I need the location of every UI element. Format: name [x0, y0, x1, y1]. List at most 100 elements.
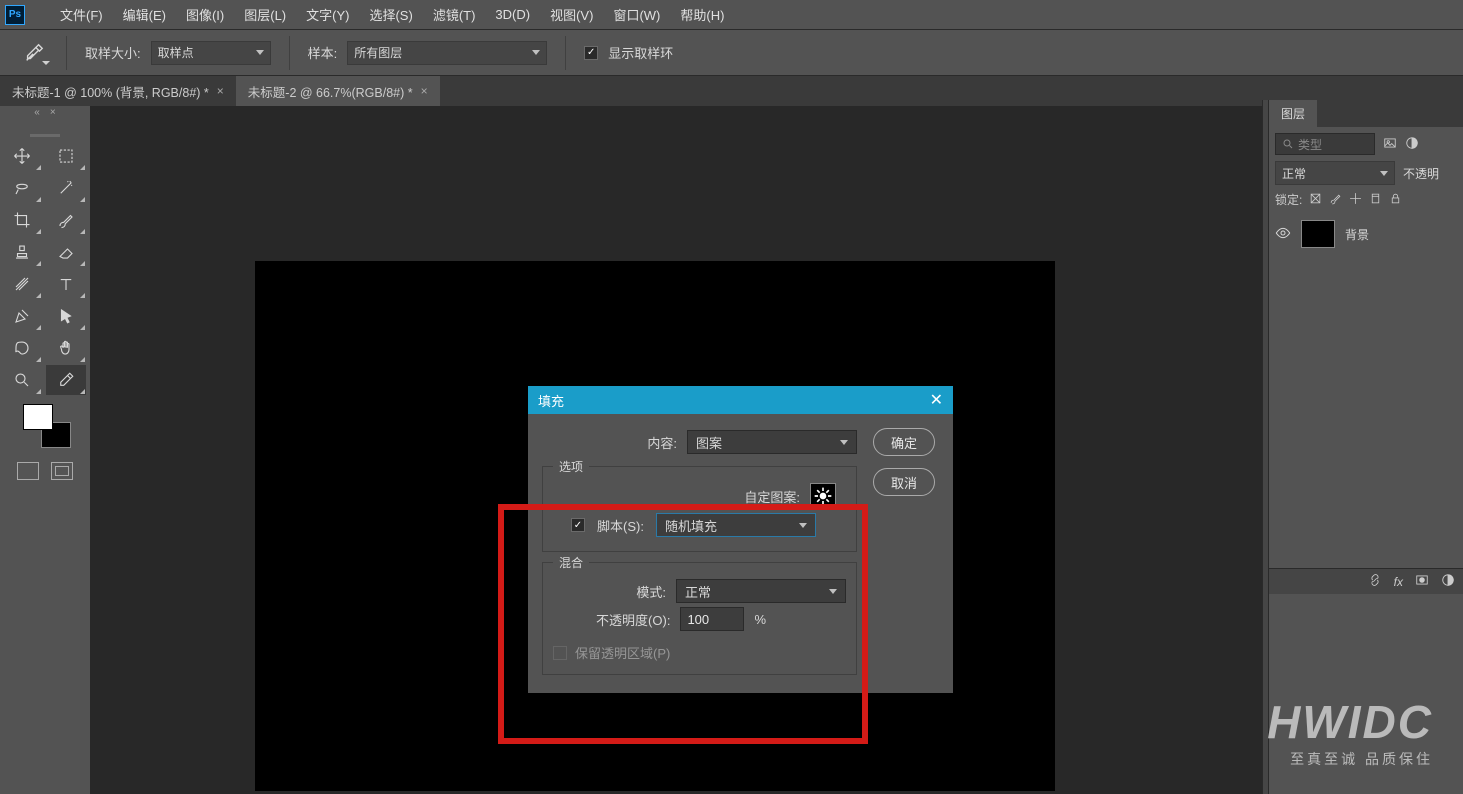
eyedropper-tool-icon[interactable]: [20, 39, 48, 67]
mix-group: 混合 模式: 正常 不透明度(O): 100 % 保留透明区域(P): [542, 562, 857, 675]
toolbox: [0, 124, 90, 490]
link-icon[interactable]: [1368, 573, 1382, 590]
filter-adjust-icon[interactable]: [1405, 136, 1419, 153]
color-swatches[interactable]: [15, 402, 75, 454]
visibility-eye-icon[interactable]: [1275, 225, 1291, 244]
brush-tool-icon[interactable]: [46, 205, 86, 235]
hand-tool-icon[interactable]: [46, 333, 86, 363]
mode-label: 模式:: [636, 582, 666, 601]
show-ring-label: 显示取样环: [608, 43, 673, 62]
move-tool-icon[interactable]: [2, 141, 42, 171]
type-tool-icon[interactable]: [46, 269, 86, 299]
menu-file[interactable]: 文件(F): [50, 5, 113, 24]
menu-layer[interactable]: 图层(L): [234, 5, 296, 24]
menu-help[interactable]: 帮助(H): [670, 5, 734, 24]
eyedropper-tool-icon[interactable]: [46, 365, 86, 395]
script-checkbox[interactable]: ✓: [571, 518, 585, 532]
menu-view[interactable]: 视图(V): [540, 5, 603, 24]
close-icon[interactable]: ×: [421, 84, 428, 98]
foreground-swatch[interactable]: [23, 404, 53, 430]
screen-mode-icon[interactable]: [51, 462, 73, 480]
layer-name[interactable]: 背景: [1345, 226, 1369, 243]
lock-brush-icon[interactable]: [1329, 192, 1342, 208]
panels: 图层 类型 正常 不透明 锁定: 背景: [1268, 100, 1463, 794]
menu-3d[interactable]: 3D(D): [485, 7, 540, 22]
marquee-tool-icon[interactable]: [46, 141, 86, 171]
quick-mask-icon[interactable]: [17, 462, 39, 480]
sample-size-select[interactable]: 取样点: [151, 41, 271, 65]
opacity-label: 不透明: [1403, 165, 1439, 182]
shape-tool-icon[interactable]: [2, 333, 42, 363]
sample-select[interactable]: 所有图层: [347, 41, 547, 65]
close-icon[interactable]: ×: [50, 107, 56, 118]
blend-mode-select[interactable]: 正常: [1275, 161, 1395, 185]
layers-tab[interactable]: 图层: [1269, 100, 1317, 127]
options-bar: 取样大小: 取样点 样本: 所有图层 ✓ 显示取样环: [0, 30, 1463, 76]
pattern-preview[interactable]: [810, 483, 836, 509]
content-select[interactable]: 图案: [687, 430, 857, 454]
opacity-label: 不透明度(O):: [596, 610, 670, 629]
lock-artboard-icon[interactable]: [1369, 192, 1382, 208]
separator: [289, 36, 290, 70]
stamp-tool-icon[interactable]: [2, 237, 42, 267]
menu-bar: Ps 文件(F) 编辑(E) 图像(I) 图层(L) 文字(Y) 选择(S) 滤…: [0, 0, 1463, 30]
dialog-title: 填充: [538, 391, 564, 410]
show-ring-checkbox[interactable]: ✓: [584, 46, 598, 60]
layers-panel-footer: fx: [1269, 568, 1463, 594]
separator: [66, 36, 67, 70]
document-tab-1[interactable]: 未标题-1 @ 100% (背景, RGB/8#) *×: [0, 76, 236, 106]
path-select-tool-icon[interactable]: [46, 301, 86, 331]
collapse-icon[interactable]: «: [34, 107, 40, 118]
pen-tool-icon[interactable]: [2, 301, 42, 331]
options-group: 选项 自定图案: ✓ 脚本(S): 随机填充: [542, 466, 857, 552]
close-icon[interactable]: ×: [217, 84, 224, 98]
document-tabs: 未标题-1 @ 100% (背景, RGB/8#) *× 未标题-2 @ 66.…: [0, 76, 1463, 106]
menu-select[interactable]: 选择(S): [359, 5, 422, 24]
options-group-title: 选项: [553, 458, 589, 475]
menu-edit[interactable]: 编辑(E): [113, 5, 176, 24]
script-label: 脚本(S):: [597, 516, 644, 535]
crop-tool-icon[interactable]: [2, 205, 42, 235]
lock-pixels-icon[interactable]: [1309, 192, 1322, 208]
magic-wand-tool-icon[interactable]: [46, 173, 86, 203]
lock-label: 锁定:: [1275, 191, 1302, 208]
dialog-close-icon[interactable]: ✕: [930, 390, 943, 410]
lasso-tool-icon[interactable]: [2, 173, 42, 203]
separator: [565, 36, 566, 70]
toolbox-strip: « ×: [0, 106, 90, 118]
fx-icon[interactable]: fx: [1394, 575, 1403, 589]
zoom-tool-icon[interactable]: [2, 365, 42, 395]
layer-thumbnail[interactable]: [1301, 220, 1335, 248]
opacity-unit: %: [754, 612, 766, 627]
mode-select[interactable]: 正常: [676, 579, 846, 603]
menu-filter[interactable]: 滤镜(T): [423, 5, 486, 24]
menu-window[interactable]: 窗口(W): [603, 5, 670, 24]
layer-filter-search[interactable]: 类型: [1275, 133, 1375, 155]
dialog-titlebar[interactable]: 填充 ✕: [528, 386, 953, 414]
photoshop-logo-icon: Ps: [5, 5, 25, 25]
menu-type[interactable]: 文字(Y): [296, 5, 359, 24]
cancel-button[interactable]: 取消: [873, 468, 935, 496]
layer-row[interactable]: 背景: [1275, 216, 1457, 252]
fill-dialog: 填充 ✕ 内容: 图案 选项 自定图案: ✓: [528, 386, 953, 693]
lock-position-icon[interactable]: [1349, 192, 1362, 208]
grip-icon[interactable]: [0, 130, 90, 140]
sample-size-label: 取样大小:: [85, 43, 141, 62]
ok-button[interactable]: 确定: [873, 428, 935, 456]
watermark: HWIDC 至真至诚 品质保住: [1267, 695, 1433, 769]
custom-pattern-label: 自定图案:: [744, 487, 800, 506]
eraser-tool-icon[interactable]: [46, 237, 86, 267]
adjustment-icon[interactable]: [1441, 573, 1455, 590]
filter-image-icon[interactable]: [1383, 136, 1397, 153]
document-tab-2[interactable]: 未标题-2 @ 66.7%(RGB/8#) *×: [236, 76, 440, 106]
opacity-input[interactable]: 100: [680, 607, 744, 631]
preserve-transparency-checkbox: 保留透明区域(P): [553, 643, 846, 662]
sample-label: 样本:: [308, 43, 338, 62]
gradient-tool-icon[interactable]: [2, 269, 42, 299]
mask-icon[interactable]: [1415, 573, 1429, 590]
mix-group-title: 混合: [553, 554, 589, 571]
menu-image[interactable]: 图像(I): [176, 5, 234, 24]
script-select[interactable]: 随机填充: [656, 513, 816, 537]
lock-all-icon[interactable]: [1389, 192, 1402, 208]
content-label: 内容:: [647, 433, 677, 452]
